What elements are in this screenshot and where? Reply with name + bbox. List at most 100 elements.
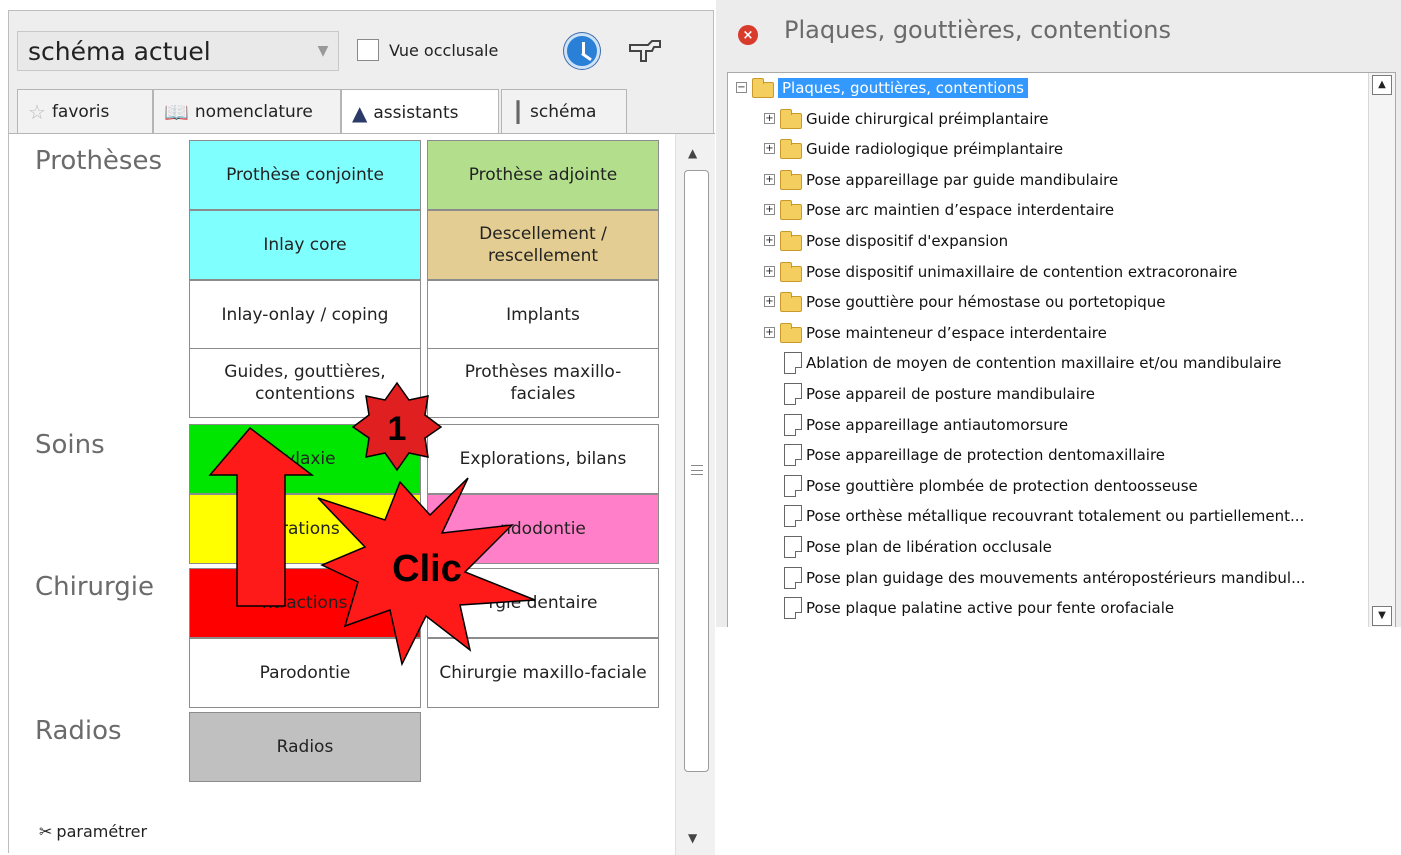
occlusal-checkbox[interactable] [357, 39, 379, 61]
tree-item[interactable]: Ablation de moyen de contention maxillai… [728, 348, 1368, 378]
tree-item-label: Pose mainteneur d’espace interdentaire [806, 323, 1107, 342]
implants-button[interactable]: Implants [427, 280, 659, 350]
tree-item-label: Pose orthèse métallique recouvrant total… [806, 507, 1305, 526]
tab-label: assistants [373, 103, 459, 123]
tab-nomenclature[interactable]: 📖 nomenclature [153, 89, 341, 133]
prothese-conjointe-button[interactable]: Prothèse conjointe [189, 140, 421, 210]
folder-icon [780, 200, 802, 221]
tab-schema[interactable]: ┃ schéma [501, 89, 627, 133]
expand-icon[interactable]: + [764, 112, 775, 124]
guides-button[interactable]: Guides, gouttières, contentions [189, 348, 421, 418]
parametrer-label: paramétrer [56, 822, 148, 841]
scroll-down-icon[interactable]: ▼ [688, 831, 697, 845]
tree-item-label: Plaques, gouttières, contentions [778, 78, 1028, 98]
tree-item[interactable]: + Pose gouttière pour hémostase ou portet… [728, 287, 1368, 317]
chirurgie-maxillo-button[interactable]: Chirurgie maxillo-faciale [427, 638, 659, 708]
tree-panel-title: Plaques, gouttières, contentions [784, 16, 1172, 44]
scroll-thumb[interactable] [684, 170, 709, 772]
tree-item[interactable]: + Pose arc maintien d’espace interdentair… [728, 195, 1368, 225]
tab-bar: ☆ favoris 📖 nomenclature ▲ assistants ┃ … [9, 89, 715, 136]
expand-icon[interactable]: + [764, 173, 775, 185]
tree-item[interactable]: Pose appareil de posture mandibulaire [728, 379, 1368, 409]
tab-label: favoris [51, 101, 110, 122]
close-icon[interactable]: × [738, 25, 758, 45]
document-icon [784, 566, 802, 589]
book-icon: 📖 [164, 99, 189, 124]
tree-item-label: Ablation de moyen de contention maxillai… [806, 354, 1282, 373]
assistant-content: Prothèses Soins Chirurgie Radios Prothès… [9, 133, 715, 855]
tree-item[interactable]: Pose orthèse métallique recouvrant total… [728, 501, 1368, 531]
expand-icon[interactable]: + [764, 296, 775, 308]
tree-item[interactable]: Pose appareillage antiautomorsure [728, 410, 1368, 440]
endodontie-button[interactable]: ndodontie [427, 494, 659, 564]
tree-item[interactable]: + Pose dispositif d'expansion [728, 226, 1368, 256]
folder-icon [780, 169, 802, 190]
tree-item-label: Pose appareillage par guide mandibulaire [806, 170, 1119, 189]
occlusal-view-toggle[interactable]: Vue occlusale [357, 37, 498, 63]
star-icon: ☆ [28, 99, 46, 124]
tree-item[interactable]: + Guide chirurgical préimplantaire [728, 104, 1368, 134]
tree-item[interactable]: Pose plaque palatine active pour fente o… [728, 593, 1368, 623]
tree-item-label: Pose arc maintien d’espace interdentaire [806, 201, 1115, 220]
tree-item[interactable]: + Pose dispositif unimaxillaire de conten… [728, 257, 1368, 287]
tree-item[interactable]: + Pose appareillage par guide mandibulair… [728, 165, 1368, 195]
tree-item[interactable]: Pose plan guidage des mouvements antérop… [728, 563, 1368, 593]
tree-item[interactable]: + Guide radiologique préimplantaire [728, 134, 1368, 164]
expand-icon[interactable]: + [764, 204, 775, 216]
collapse-icon[interactable]: − [736, 82, 747, 93]
tree-scroll-down-icon[interactable]: ▼ [1372, 606, 1392, 626]
tree-item-label: Guide chirurgical préimplantaire [806, 109, 1049, 128]
chirurgie-dentaire-button[interactable]: rgie dentaire [427, 568, 659, 638]
tree-item-label: Pose gouttière plombée de protection den… [806, 476, 1198, 495]
document-icon [784, 413, 802, 436]
tree-item-label: Pose appareillage antiautomorsure [806, 415, 1069, 434]
radios-button[interactable]: Radios [189, 712, 421, 782]
tree-item[interactable]: Pose plan de libération occlusale [728, 532, 1368, 562]
tree-scrollbar[interactable]: ▲ ▼ [1368, 73, 1395, 627]
descellement-button[interactable]: Descellement / rescellement [427, 210, 659, 280]
document-icon [784, 474, 802, 497]
tab-label: schéma [530, 101, 597, 122]
parametrer-button[interactable]: ✂ paramétrer [39, 822, 147, 841]
expand-icon[interactable]: + [764, 326, 775, 338]
assistant-panel: schéma actuel ▼ Vue occlusale ☆ favoris … [8, 10, 715, 855]
scroll-up-icon[interactable]: ▲ [688, 146, 697, 160]
vertical-scrollbar[interactable]: ▲ ▼ [675, 134, 715, 855]
section-protheses: Prothèses [35, 146, 163, 176]
tree-scroll-up-icon[interactable]: ▲ [1372, 75, 1392, 95]
tree-item-label: Pose appareillage de protection dentomax… [806, 446, 1166, 465]
inlay-core-button[interactable]: Inlay core [189, 210, 421, 280]
prothese-adjointe-button[interactable]: Prothèse adjointe [427, 140, 659, 210]
schema-select[interactable]: schéma actuel ▼ [17, 31, 339, 71]
folder-icon [752, 78, 774, 98]
tree-item-label: Pose gouttière pour hémostase ou porteto… [806, 293, 1166, 312]
extractions-button[interactable]: xtractions [189, 568, 421, 638]
section-radios: Radios [35, 716, 122, 746]
tab-favoris[interactable]: ☆ favoris [17, 89, 153, 133]
clock-icon[interactable] [564, 33, 600, 69]
explorations-button[interactable]: Explorations, bilans [427, 424, 659, 494]
tree-item-label: Pose dispositif d'expansion [806, 232, 1009, 250]
tooth-tool-icon[interactable] [626, 35, 666, 65]
parodontie-button[interactable]: Parodontie [189, 638, 421, 708]
obturations-button[interactable]: urations [189, 494, 421, 564]
tools-icon: ✂ [39, 822, 53, 841]
tree-item-label: Pose plan guidage des mouvements antérop… [806, 568, 1306, 587]
document-icon [784, 597, 802, 620]
tab-assistants[interactable]: ▲ assistants [341, 89, 499, 136]
expand-icon[interactable]: + [764, 143, 775, 155]
tree-item[interactable]: Pose appareillage de protection dentomax… [728, 440, 1368, 470]
inlay-onlay-button[interactable]: Inlay-onlay / coping [189, 280, 421, 350]
folder-icon [780, 261, 802, 282]
prophylaxie-button[interactable]: nylaxie [189, 424, 421, 494]
document-icon [784, 505, 802, 528]
tree-item[interactable]: Pose gouttière plombée de protection den… [728, 471, 1368, 501]
expand-icon[interactable]: + [764, 265, 775, 277]
tree-item[interactable]: − Plaques, gouttières, contentions [728, 73, 1368, 103]
occlusal-label: Vue occlusale [389, 40, 499, 60]
expand-icon[interactable]: + [764, 235, 775, 246]
section-soins: Soins [35, 430, 105, 460]
protheses-maxillo-button[interactable]: Prothèses maxillo-faciales [427, 348, 659, 418]
document-icon [784, 352, 802, 375]
tree-item[interactable]: + Pose mainteneur d’espace interdentaire [728, 318, 1368, 348]
